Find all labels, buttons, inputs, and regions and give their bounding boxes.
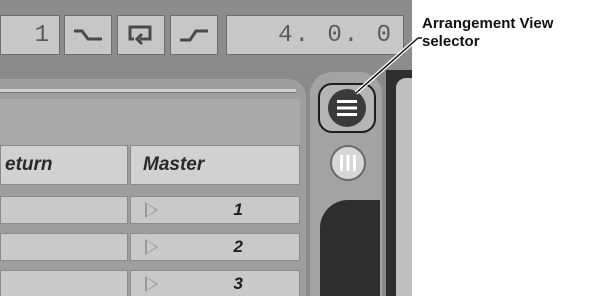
callout-label: Arrangement View selector [422,15,554,50]
